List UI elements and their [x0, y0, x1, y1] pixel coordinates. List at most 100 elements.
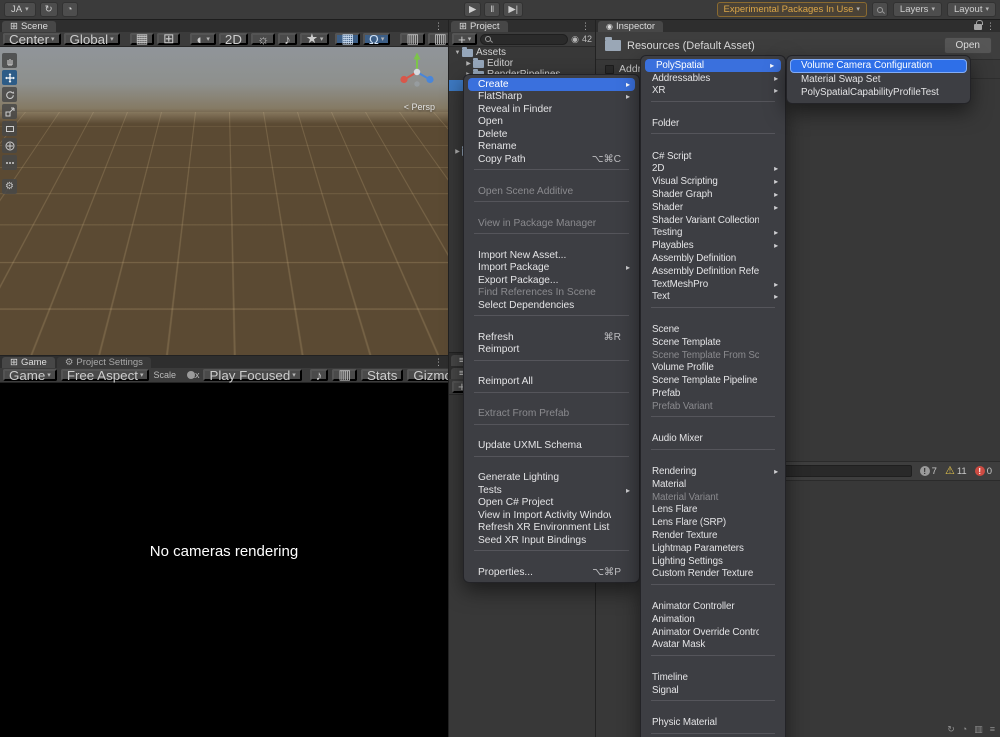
menu-item-create[interactable]: Create: [468, 78, 635, 91]
increment-snap-toggle[interactable]: ⊞: [157, 33, 180, 45]
menu-item[interactable]: TextMeshPro: [641, 278, 785, 291]
menu-item[interactable]: Timeline: [641, 671, 785, 684]
perspective-label[interactable]: < Persp: [404, 102, 435, 112]
menu-item[interactable]: Reimport All: [464, 376, 639, 389]
menu-item[interactable]: [474, 550, 629, 563]
tree-item-assets[interactable]: ▼ Assets: [449, 47, 595, 58]
grid-snap-toggle[interactable]: ▦: [130, 33, 155, 45]
menu-item[interactable]: [651, 101, 775, 114]
pause-button[interactable]: ‖: [484, 2, 500, 17]
menu-item[interactable]: Scene Template Pipeline: [641, 374, 785, 387]
tab-scene[interactable]: ⊞ Scene: [2, 21, 56, 32]
history-icon[interactable]: ◔: [62, 2, 78, 17]
rect-tool-button[interactable]: [2, 121, 17, 136]
move-tool-button[interactable]: [2, 70, 17, 85]
menu-item[interactable]: Lens Flare (SRP): [641, 516, 785, 529]
lock-icon[interactable]: [974, 24, 982, 30]
menu-item[interactable]: Find References In Scene: [464, 287, 639, 300]
play-focus-dropdown[interactable]: Play Focused ▾: [203, 369, 301, 381]
menu-item[interactable]: Rename: [464, 141, 639, 154]
layers-dropdown[interactable]: Layers ▾: [893, 2, 942, 17]
snap-magnet-dropdown[interactable]: Ω ▾: [363, 33, 390, 45]
panel-menu-icon[interactable]: ⋮: [986, 21, 995, 32]
menu-item[interactable]: [474, 456, 629, 469]
scene-lighting-toggle[interactable]: ☼: [251, 33, 275, 45]
menu-item[interactable]: [474, 169, 629, 182]
create-asset-button[interactable]: + ▾: [452, 33, 477, 45]
menu-item[interactable]: [474, 201, 629, 214]
scene-visibility-toggle[interactable]: ▦: [335, 33, 360, 45]
menu-item[interactable]: Export Package...: [464, 274, 639, 287]
scale-tool-button[interactable]: [2, 104, 17, 119]
tree-item-editor[interactable]: ▶ Editor: [449, 58, 595, 69]
menu-item[interactable]: Assembly Definition: [641, 252, 785, 265]
menu-item[interactable]: Open C# Project: [464, 497, 639, 510]
menu-item[interactable]: Material Variant: [641, 491, 785, 504]
menu-item[interactable]: Update UXML Schema: [464, 440, 639, 453]
foldout-arrow-icon[interactable]: ▶: [453, 148, 462, 155]
addressable-checkbox[interactable]: [605, 65, 614, 74]
menu-item[interactable]: [474, 315, 629, 328]
scene-audio-toggle[interactable]: ♪: [278, 33, 297, 45]
foldout-arrow-icon[interactable]: ▼: [453, 50, 462, 56]
layout-dropdown[interactable]: Layout ▾: [947, 2, 996, 17]
display-dropdown[interactable]: Game ▾: [3, 369, 57, 381]
menu-item[interactable]: Refresh XR Environment List: [464, 522, 639, 535]
menu-item[interactable]: Scene Template: [641, 336, 785, 349]
menu-item[interactable]: Shader: [641, 201, 785, 214]
menu-item[interactable]: Seed XR Input Bindings: [464, 534, 639, 547]
visibility-toggle-icon[interactable]: ◉: [571, 34, 579, 45]
menu-item[interactable]: Animator Override Controller: [641, 626, 785, 639]
menu-item[interactable]: 2D: [641, 163, 785, 176]
menu-item[interactable]: Render Texture: [641, 529, 785, 542]
menu-item[interactable]: Shader Graph: [641, 188, 785, 201]
menu-item[interactable]: Signal: [641, 684, 785, 697]
menu-item[interactable]: Delete: [464, 128, 639, 141]
tool-pivot-dropdown[interactable]: Center ▾: [3, 33, 61, 45]
menu-item[interactable]: [474, 424, 629, 437]
menu-item[interactable]: Lens Flare: [641, 504, 785, 517]
menu-item-volume-camera-configuration[interactable]: Volume Camera Configuration: [790, 59, 967, 73]
mute-audio-toggle[interactable]: ♪: [310, 369, 329, 381]
menu-item[interactable]: Custom Render Texture: [641, 567, 785, 580]
stats-toggle[interactable]: Stats: [361, 369, 403, 381]
menu-item[interactable]: Reveal in Finder: [464, 103, 639, 116]
2d-toggle[interactable]: 2D: [219, 33, 248, 45]
tab-project-settings[interactable]: ⚙ Project Settings: [57, 357, 151, 368]
menu-item[interactable]: [474, 233, 629, 246]
menu-item[interactable]: [651, 655, 775, 668]
menu-item-flatsharp[interactable]: FlatSharp: [464, 91, 639, 104]
menu-item[interactable]: Folder: [641, 117, 785, 130]
display-status-icon[interactable]: ▥: [974, 724, 983, 735]
menu-item[interactable]: Audio Mixer: [641, 433, 785, 446]
menu-item[interactable]: Reimport: [464, 344, 639, 357]
menu-item[interactable]: Lighting Settings: [641, 555, 785, 568]
menu-item[interactable]: [651, 584, 775, 597]
menu-item[interactable]: Volume Profile: [641, 362, 785, 375]
menu-item[interactable]: [651, 733, 775, 737]
menu-item[interactable]: Import New Asset...: [464, 249, 639, 262]
open-button[interactable]: Open: [944, 37, 992, 54]
menu-item[interactable]: [474, 360, 629, 373]
panel-menu-icon[interactable]: ⋮: [434, 357, 443, 368]
vsync-toggle[interactable]: ▥: [332, 369, 357, 381]
rotate-tool-button[interactable]: [2, 87, 17, 102]
warning-count-toggle[interactable]: ⚠ 11: [945, 466, 967, 477]
menu-item[interactable]: Assembly Definition Reference: [641, 265, 785, 278]
account-dropdown[interactable]: JA ▾: [4, 2, 36, 17]
menu-item[interactable]: Tests: [464, 484, 639, 497]
menu-item[interactable]: View in Import Activity Window: [464, 509, 639, 522]
effects-dropdown[interactable]: ★ ▾: [300, 33, 329, 45]
menu-item[interactable]: Scene: [641, 323, 785, 336]
menu-item[interactable]: Select Dependencies: [464, 299, 639, 312]
menu-item[interactable]: Testing: [641, 227, 785, 240]
menu-item[interactable]: Material: [641, 478, 785, 491]
menu-item[interactable]: [651, 416, 775, 429]
custom-tools-button[interactable]: [2, 155, 17, 170]
menu-item[interactable]: Open: [464, 116, 639, 129]
menu-item[interactable]: Physic Material: [641, 716, 785, 729]
menu-item[interactable]: Playables: [641, 239, 785, 252]
scene-camera-settings-gear-icon[interactable]: ⚙: [2, 179, 17, 194]
menu-item[interactable]: Visual Scripting: [641, 175, 785, 188]
menu-item[interactable]: Properties... ⌥⌘P: [464, 566, 639, 579]
